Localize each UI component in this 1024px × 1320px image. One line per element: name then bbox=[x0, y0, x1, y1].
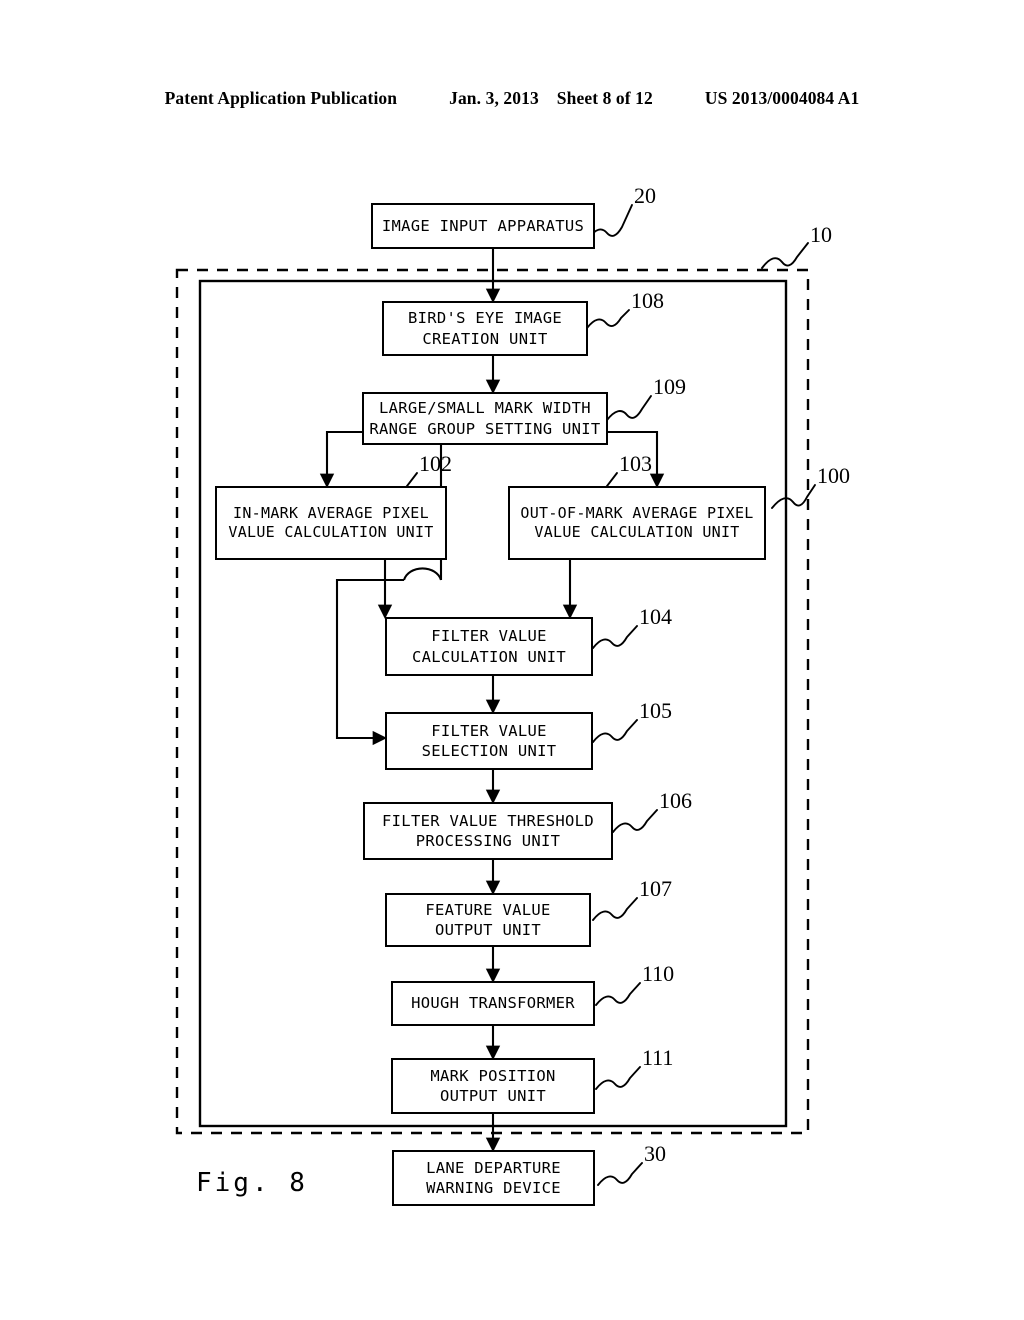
ref-numeral-106: 106 bbox=[659, 788, 692, 813]
ref-numeral-109: 109 bbox=[653, 374, 686, 399]
leader-109 bbox=[606, 395, 652, 421]
ref-numeral-102: 102 bbox=[419, 451, 452, 476]
ref-numeral-20: 20 bbox=[634, 183, 656, 208]
node-filter-value-selection-unit[interactable]: FILTER VALUE SELECTION UNIT bbox=[385, 712, 593, 770]
node-lane-departure-warning-device[interactable]: LANE DEPARTURE WARNING DEVICE bbox=[392, 1150, 595, 1206]
ref-numeral-111: 111 bbox=[642, 1045, 674, 1070]
node-label: MARK POSITION OUTPUT UNIT bbox=[430, 1066, 556, 1105]
connector-109-to-102 bbox=[319, 430, 362, 489]
node-label: FILTER VALUE THRESHOLD PROCESSING UNIT bbox=[382, 811, 594, 850]
leader-110 bbox=[595, 982, 641, 1006]
leader-104 bbox=[592, 625, 638, 649]
node-filter-value-threshold-processing-unit[interactable]: FILTER VALUE THRESHOLD PROCESSING UNIT bbox=[363, 802, 613, 860]
leader-111 bbox=[595, 1066, 641, 1090]
connector-102-to-105-feedback bbox=[335, 578, 388, 746]
leader-105 bbox=[592, 719, 638, 743]
node-in-mark-average-pixel-value-calculation-unit[interactable]: IN-MARK AVERAGE PIXEL VALUE CALCULATION … bbox=[215, 486, 447, 560]
node-label: OUT-OF-MARK AVERAGE PIXEL VALUE CALCULAT… bbox=[520, 503, 754, 542]
node-mark-position-output-unit[interactable]: MARK POSITION OUTPUT UNIT bbox=[391, 1058, 595, 1114]
figure-caption: Fig. 8 bbox=[196, 1168, 308, 1198]
ref-numeral-100: 100 bbox=[817, 463, 850, 488]
line-hop-arc bbox=[402, 567, 443, 581]
ref-numeral-105: 105 bbox=[639, 698, 672, 723]
node-hough-transformer[interactable]: HOUGH TRANSFORMER bbox=[391, 981, 595, 1026]
node-birds-eye-image-creation-unit[interactable]: BIRD'S EYE IMAGE CREATION UNIT bbox=[382, 301, 588, 356]
leader-10 bbox=[761, 242, 809, 269]
leader-106 bbox=[612, 809, 658, 833]
node-large-small-mark-width-range-group-setting-unit[interactable]: LARGE/SMALL MARK WIDTH RANGE GROUP SETTI… bbox=[362, 392, 608, 445]
ref-numeral-110: 110 bbox=[642, 961, 675, 986]
node-label: IMAGE INPUT APPARATUS bbox=[381, 216, 585, 235]
node-label: LARGE/SMALL MARK WIDTH RANGE GROUP SETTI… bbox=[369, 399, 601, 438]
leader-20 bbox=[588, 204, 633, 239]
ref-numeral-108: 108 bbox=[631, 288, 664, 313]
node-label: FILTER VALUE CALCULATION UNIT bbox=[411, 627, 567, 666]
node-label: BIRD'S EYE IMAGE CREATION UNIT bbox=[407, 309, 563, 348]
figure-8-block-diagram: IMAGE INPUT APPARATUS BIRD'S EYE IMAGE C… bbox=[0, 0, 1024, 1320]
ref-numeral-30: 30 bbox=[644, 1141, 666, 1166]
leader-108 bbox=[586, 309, 630, 329]
ref-numeral-107: 107 bbox=[639, 876, 672, 901]
ref-numeral-10: 10 bbox=[810, 222, 832, 247]
node-image-input-apparatus[interactable]: IMAGE INPUT APPARATUS bbox=[371, 203, 595, 249]
node-filter-value-calculation-unit[interactable]: FILTER VALUE CALCULATION UNIT bbox=[385, 617, 593, 676]
node-label: IN-MARK AVERAGE PIXEL VALUE CALCULATION … bbox=[228, 503, 434, 542]
ref-numeral-104: 104 bbox=[639, 604, 672, 629]
node-label: HOUGH TRANSFORMER bbox=[411, 994, 575, 1013]
leader-30 bbox=[597, 1162, 643, 1186]
leader-107 bbox=[592, 897, 638, 921]
ref-numeral-103: 103 bbox=[619, 451, 652, 476]
node-label: FILTER VALUE SELECTION UNIT bbox=[421, 721, 557, 760]
node-out-of-mark-average-pixel-value-calculation-unit[interactable]: OUT-OF-MARK AVERAGE PIXEL VALUE CALCULAT… bbox=[508, 486, 766, 560]
node-label: FEATURE VALUE OUTPUT UNIT bbox=[425, 900, 551, 939]
node-feature-value-output-unit[interactable]: FEATURE VALUE OUTPUT UNIT bbox=[385, 893, 591, 947]
node-label: LANE DEPARTURE WARNING DEVICE bbox=[426, 1158, 561, 1197]
